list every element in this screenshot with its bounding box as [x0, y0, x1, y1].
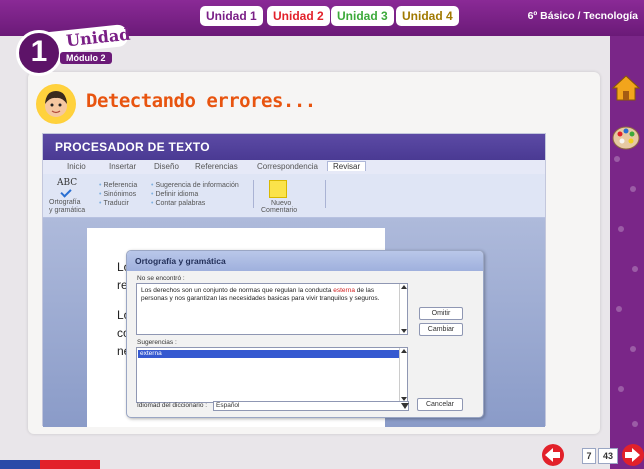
previous-page-arrow-icon[interactable] — [540, 444, 566, 466]
tab-insertar[interactable]: Insertar — [109, 162, 136, 171]
ribbon-item-sinonimos[interactable]: • Sinónimos — [99, 191, 136, 198]
new-comment-label-1[interactable]: Nuevo — [271, 200, 291, 207]
suggestions-scrollbar[interactable] — [399, 348, 407, 402]
not-found-textbox[interactable]: Los derechos son un conjunto de normas q… — [136, 283, 408, 335]
palette-icon[interactable] — [612, 124, 640, 152]
omit-button[interactable]: Omitir — [419, 307, 463, 320]
sentence-text-before: Los derechos son un conjunto de normas q… — [141, 287, 334, 294]
cancel-button[interactable]: Cancelar — [417, 398, 463, 411]
ribbon-item-sugerencia[interactable]: • Sugerencia de información — [151, 182, 239, 189]
suggestions-list[interactable]: externa — [136, 347, 408, 403]
tab-inicio[interactable]: Inicio — [67, 162, 86, 171]
ribbon-tabs: Inicio Insertar Diseño Referencias Corre… — [43, 160, 545, 174]
right-sidebar — [610, 36, 644, 469]
not-found-label: No se encontró : — [137, 275, 185, 282]
grade-label: 6º Básico / Tecnología — [527, 10, 638, 22]
tab-correspondencia[interactable]: Correspondencia — [257, 162, 318, 171]
chile-flag-icon — [0, 460, 100, 469]
spelling-label-1[interactable]: Ortografía — [49, 199, 81, 206]
next-page-arrow-icon[interactable] — [620, 444, 644, 466]
ribbon-item-definir-idioma[interactable]: • Definir idioma — [151, 191, 198, 198]
suggestions-label: Sugerencias : — [137, 339, 177, 346]
suggestion-item[interactable]: externa — [138, 350, 400, 358]
new-comment-icon[interactable] — [269, 180, 287, 198]
ribbon-separator — [325, 180, 326, 208]
ribbon-item-contar-palabras[interactable]: • Contar palabras — [151, 200, 205, 207]
unit-tab-4[interactable]: Unidad 4 — [396, 6, 459, 26]
total-pages: 43 — [598, 448, 618, 464]
home-icon[interactable] — [612, 74, 640, 102]
unit-tab-1[interactable]: Unidad 1 — [200, 6, 263, 26]
tab-referencias[interactable]: Referencias — [195, 162, 238, 171]
page-title: Detectando errores... — [86, 90, 316, 112]
unit-tab-3[interactable]: Unidad 3 — [331, 6, 394, 26]
change-button[interactable]: Cambiar — [419, 323, 463, 336]
ribbon-item-referencia[interactable]: • Referencia — [99, 182, 137, 189]
word-processor-header: PROCESADOR DE TEXTO — [43, 134, 545, 160]
spelling-grammar-dialog: Ortografía y gramática No se encontró : … — [126, 250, 484, 418]
unit-number-badge: 1 — [16, 30, 62, 76]
chevron-down-icon[interactable] — [401, 403, 409, 409]
unit-tab-2[interactable]: Unidad 2 — [267, 6, 330, 26]
dialog-title: Ortografía y gramática — [127, 251, 483, 271]
word-processor-title: PROCESADOR DE TEXTO — [55, 140, 210, 154]
dictionary-label: Idiomad del diccionario : — [137, 402, 208, 409]
module-label: Módulo 2 — [60, 52, 112, 64]
error-word: esterna — [333, 287, 355, 294]
spelling-label-2[interactable]: y gramática — [49, 207, 85, 214]
dictionary-select[interactable]: Español — [213, 401, 409, 411]
ribbon-item-traducir[interactable]: • Traducir — [99, 200, 129, 207]
tab-diseno[interactable]: Diseño — [154, 162, 179, 171]
current-page: 7 — [582, 448, 596, 464]
new-comment-label-2[interactable]: Comentario — [261, 207, 297, 214]
textbox-scrollbar[interactable] — [399, 284, 407, 334]
student-avatar-icon — [36, 84, 76, 124]
ribbon-separator — [253, 180, 254, 208]
tab-revisar[interactable]: Revisar — [327, 161, 367, 171]
